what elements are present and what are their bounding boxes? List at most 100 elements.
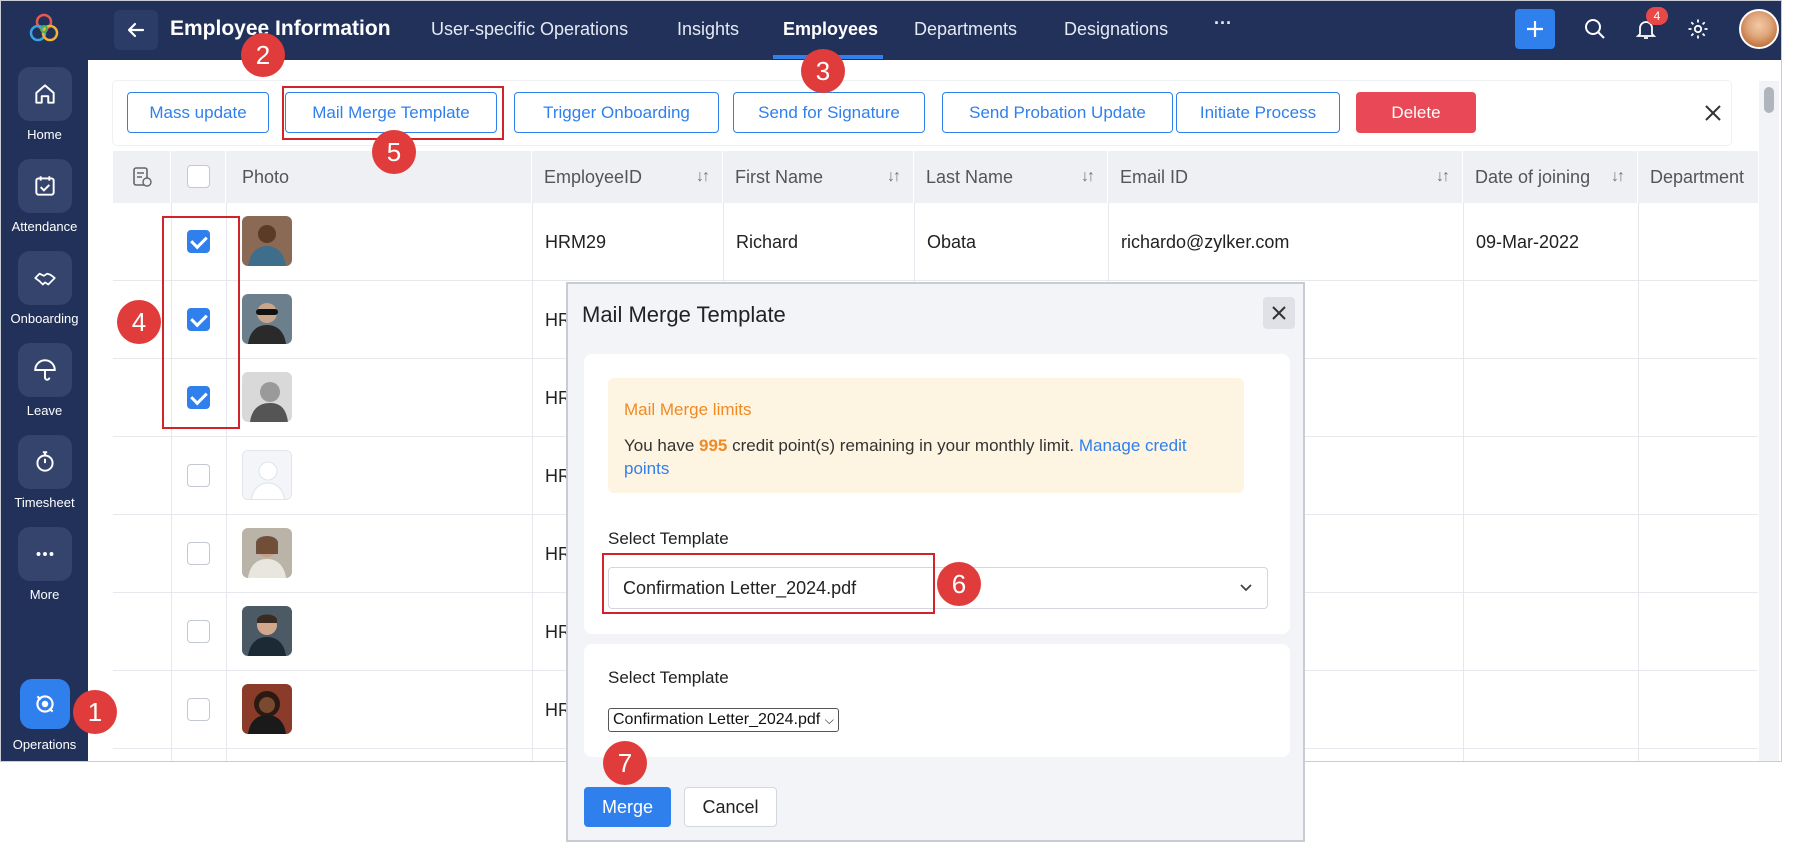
select-template-label: Select Template — [608, 529, 729, 548]
row-checkbox[interactable] — [187, 308, 210, 331]
column-date-of-joining[interactable]: Date of joining ↓↑ — [1463, 151, 1638, 203]
close-action-bar-button[interactable] — [1699, 99, 1727, 127]
sidebar-item-label: More — [29, 587, 60, 602]
column-divider — [1638, 203, 1639, 761]
sidebar-item-label: Onboarding — [10, 311, 79, 326]
tab-user-specific-operations[interactable]: User-specific Operations — [431, 19, 628, 40]
employee-photo — [242, 294, 292, 344]
scrollbar-thumb[interactable] — [1764, 87, 1774, 113]
vertical-scrollbar[interactable] — [1759, 81, 1779, 761]
sort-icon[interactable]: ↓↑ — [1081, 151, 1095, 203]
merge-button[interactable]: Merge — [584, 787, 671, 827]
limits-title: Mail Merge limits — [624, 400, 752, 419]
mail-merge-dialog: Mail Merge Template Mail Merge limits Yo… — [566, 282, 1305, 842]
first-name: Richard — [736, 232, 799, 252]
sidebar-item-label: Leave — [26, 403, 63, 418]
column-label: Date of joining — [1475, 167, 1591, 187]
column-employee-id[interactable]: EmployeeID ↓↑ — [532, 151, 723, 203]
row-checkbox[interactable] — [187, 230, 210, 253]
add-button[interactable] — [1515, 9, 1555, 49]
handshake-icon — [17, 251, 72, 305]
tab-employees[interactable]: Employees — [783, 19, 878, 40]
step-marker: 5 — [372, 130, 416, 174]
cancel-button[interactable]: Cancel — [684, 787, 777, 827]
employee-photo — [242, 372, 292, 422]
last-name: Obata — [927, 232, 977, 252]
gear-icon — [1688, 19, 1708, 39]
mail-merge-limits-notice: Mail Merge limits You have 995 credit po… — [608, 378, 1244, 493]
select-all-checkbox[interactable] — [187, 165, 210, 188]
column-label: Email ID — [1120, 167, 1189, 187]
chevron-down-icon — [1239, 568, 1253, 622]
settings-button[interactable] — [1684, 15, 1712, 43]
tab-departments[interactable]: Departments — [914, 19, 1017, 40]
email: richardo@zylker.com — [1121, 232, 1290, 252]
delete-button[interactable]: Delete — [1356, 92, 1476, 133]
table-row[interactable]: HRM29 Richard Obata richardo@zylker.com … — [113, 203, 1758, 281]
bulk-action-bar: Mass update Mail Merge Template Trigger … — [113, 81, 1731, 145]
trigger-onboarding-button[interactable]: Trigger Onboarding — [514, 92, 719, 133]
tab-more[interactable]: ··· — [1214, 13, 1232, 34]
umbrella-icon — [17, 343, 72, 397]
sort-icon[interactable]: ↓↑ — [1436, 151, 1450, 203]
user-avatar[interactable] — [1739, 9, 1779, 49]
step-marker: 1 — [73, 690, 117, 734]
employee-photo — [242, 684, 292, 734]
send-for-signature-button[interactable]: Send for Signature — [733, 92, 925, 133]
sort-icon[interactable]: ↓↑ — [1611, 151, 1625, 203]
column-divider — [226, 203, 227, 761]
row-checkbox[interactable] — [187, 542, 210, 565]
tab-insights[interactable]: Insights — [677, 19, 739, 40]
sidebar-item-more[interactable]: More — [1, 527, 88, 602]
top-bar: Employee Information User-specific Opera… — [88, 1, 1781, 60]
template-native-card: Select Template Confirmation Letter_2024… — [584, 644, 1290, 757]
native-select-value: Confirmation Letter_2024.pdf — [613, 711, 821, 728]
column-email[interactable]: Email ID ↓↑ — [1108, 151, 1463, 203]
row-checkbox[interactable] — [187, 698, 210, 721]
select-all-header — [171, 151, 226, 203]
column-first-name[interactable]: First Name ↓↑ — [723, 151, 914, 203]
step-marker: 2 — [241, 33, 285, 77]
step-marker: 6 — [937, 562, 981, 606]
row-checkbox[interactable] — [187, 386, 210, 409]
sidebar-item-home[interactable]: Home — [1, 67, 88, 142]
initiate-process-button[interactable]: Initiate Process — [1176, 92, 1340, 133]
sidebar-item-timesheet[interactable]: Timesheet — [1, 435, 88, 510]
table-header: Photo EmployeeID ↓↑ First Name ↓↑ Last Nam… — [113, 151, 1758, 203]
sidebar-item-onboarding[interactable]: Onboarding — [1, 251, 88, 326]
close-icon — [1705, 105, 1721, 121]
template-card: Mail Merge limits You have 995 credit po… — [584, 354, 1290, 634]
template-native-select[interactable]: Confirmation Letter_2024.pdf ⌵ — [608, 708, 839, 732]
search-button[interactable] — [1581, 15, 1609, 43]
column-divider — [1463, 203, 1464, 761]
row-checkbox[interactable] — [187, 620, 210, 643]
column-last-name[interactable]: Last Name ↓↑ — [914, 151, 1108, 203]
employee-photo — [242, 606, 292, 656]
dialog-close-button[interactable] — [1263, 297, 1295, 329]
search-icon — [1585, 19, 1605, 39]
sort-icon[interactable]: ↓↑ — [887, 151, 901, 203]
notification-badge: 4 — [1646, 7, 1668, 25]
mail-merge-template-button[interactable]: Mail Merge Template — [285, 92, 497, 133]
sort-icon[interactable]: ↓↑ — [696, 151, 710, 203]
sidebar-item-attendance[interactable]: Attendance — [1, 159, 88, 234]
calendar-check-icon — [17, 159, 72, 213]
column-label: First Name — [735, 167, 824, 187]
close-icon — [1272, 306, 1286, 320]
send-probation-update-button[interactable]: Send Probation Update — [942, 92, 1173, 133]
row-checkbox[interactable] — [187, 464, 210, 487]
page-title: Employee Information — [170, 17, 391, 40]
step-marker: 4 — [117, 300, 161, 344]
column-chooser-header[interactable] — [113, 151, 171, 203]
app-logo-icon — [28, 11, 60, 47]
column-divider — [171, 203, 172, 761]
sidebar-item-label: Home — [27, 127, 62, 142]
sidebar-item-leave[interactable]: Leave — [1, 343, 88, 418]
date-of-joining: 09-Mar-2022 — [1476, 232, 1580, 252]
mass-update-button[interactable]: Mass update — [127, 92, 269, 133]
employee-photo — [242, 528, 292, 578]
chevron-down-icon: ⌵ — [824, 713, 834, 727]
tab-designations[interactable]: Designations — [1064, 19, 1168, 40]
column-settings-icon — [133, 167, 152, 187]
back-button[interactable] — [114, 10, 158, 50]
